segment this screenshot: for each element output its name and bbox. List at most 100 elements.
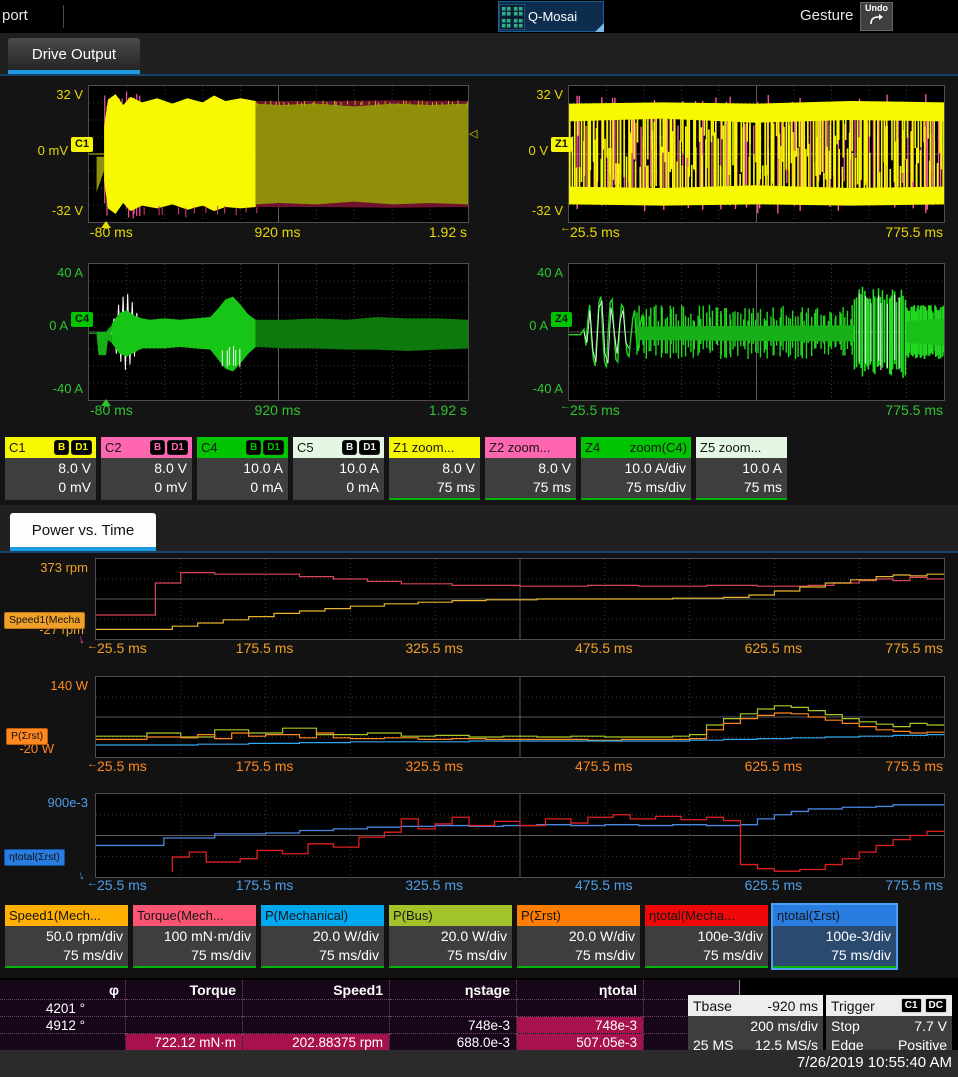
undo-button[interactable]: Undo: [860, 2, 893, 31]
waveform-grid-c4[interactable]: [88, 263, 469, 401]
descriptor-c4[interactable]: C4BD110.0 A0 mA: [197, 437, 288, 500]
trace-badge-speed1[interactable]: Speed1(Mecha: [4, 612, 85, 629]
qmosaic-button[interactable]: Q-Mosai: [498, 1, 604, 32]
descriptor-body: 8.0 V75 ms: [485, 458, 576, 498]
tab-power-vs-time[interactable]: Power vs. Time: [10, 513, 156, 551]
descriptor-body: 8.0 V0 mV: [5, 458, 96, 500]
mosaic-grid-icon: [499, 4, 525, 30]
trigger-label: Trigger: [831, 998, 875, 1014]
x-axis-eta: 25.5 ms175.5 ms325.5 ms475.5 ms625.5 ms7…: [95, 877, 943, 893]
descriptor-scale: 20.0 W/div: [394, 927, 507, 946]
descriptor-badges: BD1: [52, 440, 92, 455]
descriptor-z4[interactable]: Z4zoom(C4)10.0 A/div75 ms/div: [581, 437, 691, 500]
math-descriptor-row: Speed1(Mech...50.0 rpm/div75 ms/divTorqu…: [5, 905, 896, 968]
y-label-top-c4: 40 A: [21, 265, 83, 280]
descriptor-offset: 75 ms: [394, 478, 475, 497]
table-cell: [0, 1034, 126, 1051]
waveform-grid-power[interactable]: [95, 676, 945, 758]
tab-drive-output[interactable]: Drive Output: [8, 38, 140, 74]
channel-badge-c1[interactable]: C1: [71, 137, 93, 152]
descriptor-z1-zoom[interactable]: Z1 zoom...8.0 V75 ms: [389, 437, 480, 500]
descriptor-body: 10.0 A0 mA: [293, 458, 384, 500]
descriptor-offset: 75 ms/div: [522, 946, 635, 965]
x-axis-label: 175.5 ms: [236, 877, 294, 893]
descriptor-scale: 100e-3/div: [778, 927, 891, 946]
descriptor-body: 100e-3/div75 ms/div: [645, 926, 768, 966]
descriptor-title: P(Bus): [393, 908, 433, 923]
x-axis-label: 625.5 ms: [745, 877, 803, 893]
descriptor-title: ηtotal(Σrst): [777, 908, 840, 923]
descriptor-p-bus[interactable]: P(Bus) 20.0 W/div75 ms/div: [389, 905, 512, 968]
trace-badge-eta-total[interactable]: ηtotal(Σrst): [4, 849, 65, 866]
descriptor-offset: 0 mV: [106, 478, 187, 497]
table-cell: 722.12 mN·m: [126, 1034, 243, 1051]
qmosaic-label: Q-Mosai: [528, 9, 577, 24]
timebase-scale: 200 ms/div: [750, 1017, 818, 1036]
waveform-grid-c1[interactable]: [88, 85, 469, 223]
table-header-cell: ηstage: [390, 980, 517, 1000]
waveform-grid-z1[interactable]: [568, 85, 945, 223]
table-header-cell: Speed1: [243, 980, 390, 1000]
trigger-time-marker-c1[interactable]: [101, 221, 111, 228]
x-axis-label: 25.5 ms: [97, 640, 147, 656]
table-cell: 507.05e-3: [517, 1034, 644, 1051]
x-axis-label: 920 ms: [255, 224, 301, 240]
table-header-cell: φ: [0, 980, 126, 1000]
descriptor-subtitle: zoom(C4): [630, 440, 687, 455]
trace-badge-p-sum[interactable]: P(Σrst): [6, 728, 48, 745]
menu-item-report[interactable]: port: [2, 7, 28, 24]
descriptor-c5[interactable]: C5BD110.0 A0 mA: [293, 437, 384, 500]
descriptor-title: ηtotal(Mecha...: [649, 908, 735, 923]
descriptor-scale: 100 mN·m/div: [138, 927, 251, 946]
descriptor-c2[interactable]: C2BD18.0 V0 mV: [101, 437, 192, 500]
channel-flag-badge-d1: D1: [167, 440, 188, 455]
waveform-grid-z4[interactable]: [568, 263, 945, 401]
descriptor-title: Z2 zoom...: [489, 440, 550, 455]
timebase-box[interactable]: Tbase -920 ms 200 ms/div 25 MS12.5 MS/s: [688, 995, 823, 1056]
y-label-mid-c1: 0 mV: [6, 143, 68, 158]
waveform-grid-eta[interactable]: [95, 793, 945, 878]
descriptor-offset: 75 ms/div: [394, 946, 507, 965]
descriptor-total-mecha[interactable]: ηtotal(Mecha... 100e-3/div75 ms/div: [645, 905, 768, 968]
descriptor-body: 8.0 V75 ms: [389, 458, 480, 498]
oscilloscope-screen: port Q-Mosai Gesture Undo: [0, 0, 958, 1077]
descriptor-p-mechanical[interactable]: P(Mechanical)20.0 W/div75 ms/div: [261, 905, 384, 968]
channel-badge-z4[interactable]: Z4: [551, 312, 572, 327]
status-bar: 7/26/2019 10:55:40 AM: [0, 1050, 958, 1077]
descriptor-offset: 0 mV: [10, 478, 91, 497]
trigger-level-marker-icon[interactable]: [469, 127, 477, 140]
descriptor-c1[interactable]: C1BD18.0 V0 mV: [5, 437, 96, 500]
descriptor-title: P(Σrst): [521, 908, 561, 923]
x-axis-z4: 25.5 ms775.5 ms: [568, 402, 943, 418]
descriptor-p-rst[interactable]: P(Σrst)20.0 W/div75 ms/div: [517, 905, 640, 968]
x-axis-z1: 25.5 ms775.5 ms: [568, 224, 943, 240]
trigger-box[interactable]: Trigger C1 DC Stop7.7 V EdgePositive: [826, 995, 952, 1056]
channel-badge-c4[interactable]: C4: [71, 312, 93, 327]
table-cell: [243, 1000, 390, 1017]
y-label-top-eta: 900e-3: [26, 795, 88, 810]
x-axis-label: 475.5 ms: [575, 877, 633, 893]
table-cell: [390, 1000, 517, 1017]
descriptor-offset: 75 ms/div: [138, 946, 251, 965]
descriptor-z5-zoom[interactable]: Z5 zoom...10.0 A75 ms: [696, 437, 787, 500]
descriptor-torque-mech[interactable]: Torque(Mech...100 mN·m/div75 ms/div: [133, 905, 256, 968]
channel-badge-z1[interactable]: Z1: [551, 137, 572, 152]
y-label-mid-z1: 0 V: [486, 143, 548, 158]
waveform-grid-speed[interactable]: [95, 558, 945, 640]
trigger-level: 7.7 V: [914, 1017, 947, 1036]
descriptor-title: C2: [105, 440, 122, 455]
descriptor-body: 100e-3/div75 ms/div: [773, 926, 896, 966]
descriptor-z2-zoom[interactable]: Z2 zoom... 8.0 V75 ms: [485, 437, 576, 500]
x-axis-label: 775.5 ms: [885, 877, 943, 893]
fold-corner-icon: [595, 23, 604, 32]
descriptor-speed1-mech[interactable]: Speed1(Mech...50.0 rpm/div75 ms/div: [5, 905, 128, 968]
descriptor-scale: 8.0 V: [490, 459, 571, 478]
descriptor-total-rst[interactable]: ηtotal(Σrst) 100e-3/div75 ms/div: [773, 905, 896, 968]
x-axis-label: 775.5 ms: [885, 640, 943, 656]
table-header-cell: ηtotal: [517, 980, 644, 1000]
trigger-mode: Stop: [831, 1017, 860, 1036]
trigger-time-marker-c4[interactable]: [101, 399, 111, 406]
descriptor-title: Z5 zoom...: [700, 440, 761, 455]
channel-flag-badge-b: B: [150, 440, 165, 455]
table-cell: 4201 °: [0, 1000, 126, 1017]
